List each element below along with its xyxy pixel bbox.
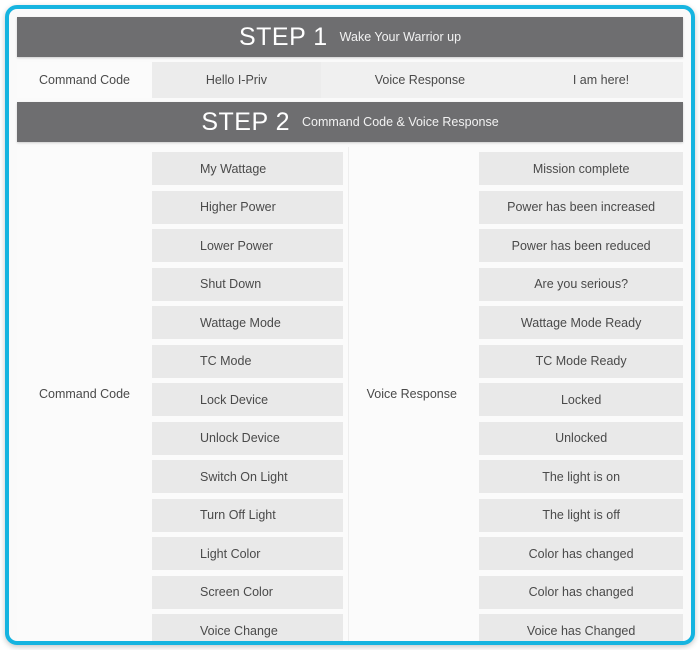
voice-response-item: TC Mode Ready [479, 344, 683, 378]
step1-response-label: Voice Response [320, 62, 519, 98]
command-code-item: Higher Power [152, 190, 344, 224]
command-code-item: Wattage Mode [152, 306, 344, 339]
step1-command-label: Command Code [17, 62, 152, 98]
step2-command-label: Command Code [38, 387, 130, 401]
step1-header: STEP 1 Wake Your Warrior up [17, 17, 683, 57]
voice-response-item: The light is on [479, 460, 683, 493]
voice-response-item: The light is off [479, 498, 683, 532]
step1-subtitle: Wake Your Warrior up [339, 29, 462, 44]
instruction-card: STEP 1 Wake Your Warrior up Command Code… [5, 5, 695, 645]
step1-row: Command Code Hello I-Priv Voice Response… [17, 62, 683, 98]
step1-command-value: Hello I-Priv [152, 62, 321, 98]
step2-title: STEP 2 [201, 107, 291, 136]
voice-response-item: Locked [479, 383, 683, 416]
voice-response-item: Are you serious? [479, 267, 683, 301]
step2-subtitle: Command Code & Voice Response [302, 114, 499, 129]
command-code-list: My Wattage Higher Power Lower Power Shut Do… [152, 147, 350, 641]
command-code-item: Screen Color [152, 575, 344, 609]
step1-title: STEP 1 [238, 22, 328, 51]
command-code-item: Switch On Light [152, 460, 344, 493]
step2-response-label: Voice Response [366, 387, 457, 401]
command-code-item: TC Mode [152, 344, 344, 378]
step1-response-value: I am here! [518, 62, 683, 98]
voice-response-item: Unlocked [479, 421, 683, 455]
voice-response-item: Power has been reduced [479, 229, 683, 262]
command-code-item: Lower Power [152, 229, 344, 262]
voice-response-item: Voice has Changed [479, 614, 683, 641]
command-code-item: Voice Change [152, 614, 344, 641]
voice-response-item: Wattage Mode Ready [479, 306, 683, 339]
step2-region: Command Code My Wattage Higher Power Lower… [17, 147, 683, 641]
step2-header: STEP 2 Command Code & Voice Response [17, 102, 683, 142]
voice-response-list: Mission complete Power has been increased… [474, 147, 683, 641]
voice-response-item: Power has been increased [479, 190, 683, 224]
command-code-item: Lock Device [152, 383, 344, 416]
voice-response-item: Color has changed [479, 575, 683, 609]
command-code-item: Light Color [152, 537, 344, 570]
voice-response-item: Color has changed [479, 537, 683, 570]
command-code-item: My Wattage [152, 152, 344, 185]
command-code-item: Shut Down [152, 267, 344, 301]
command-code-item: Unlock Device [152, 421, 344, 455]
voice-response-item: Mission complete [479, 152, 683, 185]
command-code-item: Turn Off Light [152, 498, 344, 532]
